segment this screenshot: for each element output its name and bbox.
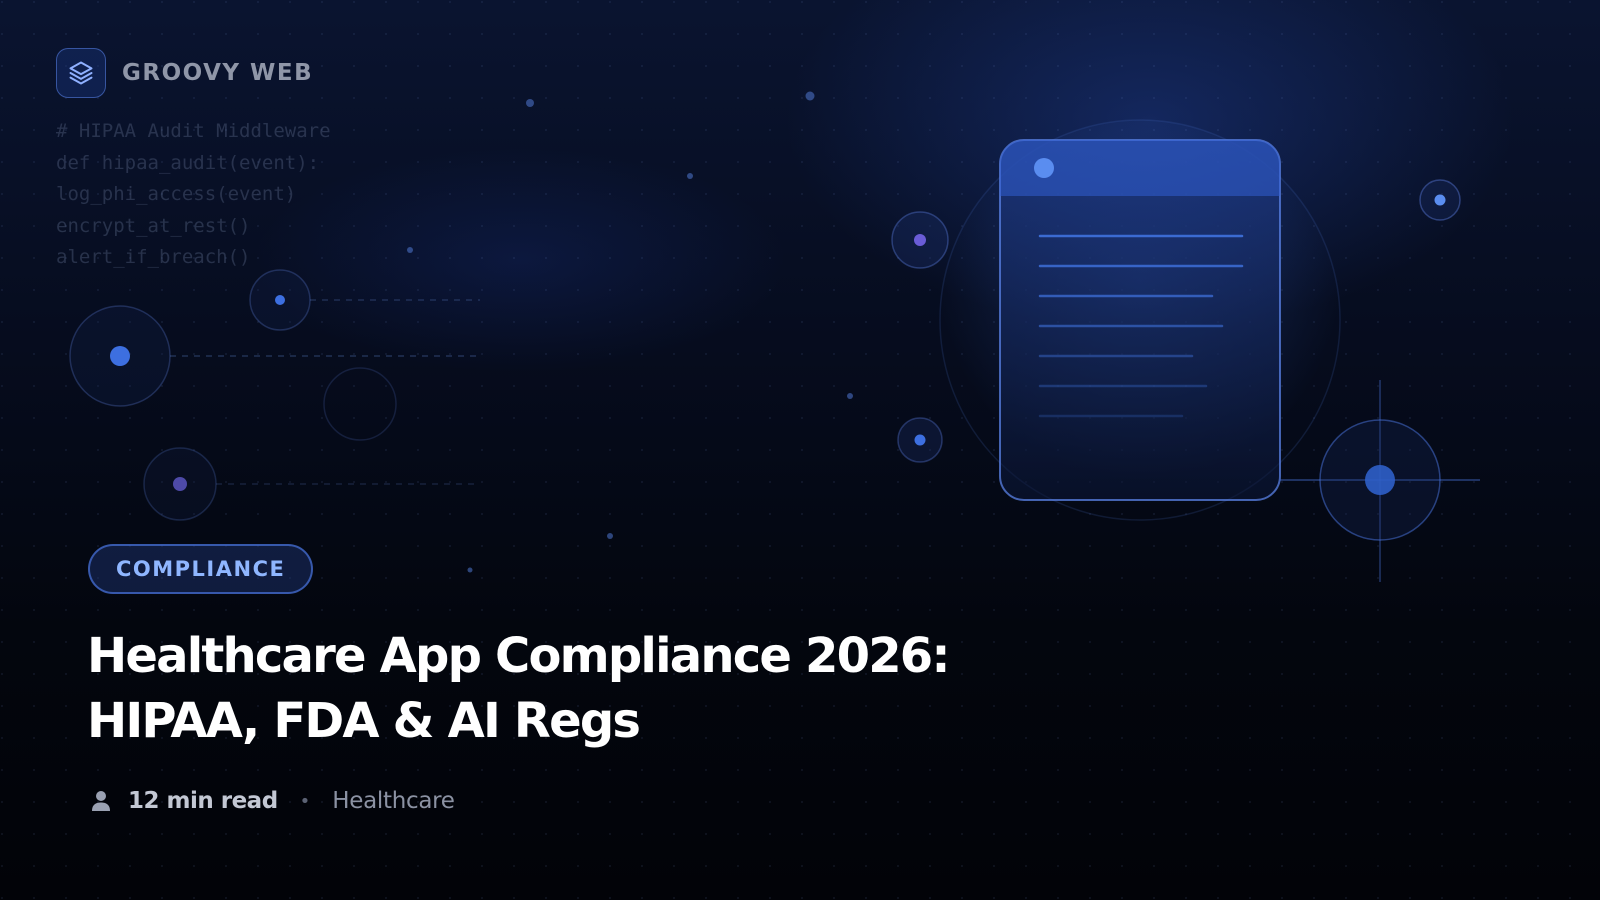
node-dot	[173, 477, 187, 491]
code-line: # HIPAA Audit Middleware	[56, 120, 331, 142]
read-time: 12 min read	[128, 788, 278, 814]
brand-name: GROOVY WEB	[122, 60, 314, 86]
code-line: encrypt_at_rest()	[56, 214, 251, 237]
meta-category[interactable]: Healthcare	[332, 788, 455, 814]
node-dot	[275, 295, 285, 305]
code-snippet: # HIPAA Audit Middleware def hipaa_audit…	[56, 116, 331, 274]
meta-separator: •	[299, 790, 311, 812]
category-badge[interactable]: COMPLIANCE	[88, 544, 314, 594]
title-line-2: HIPAA, FDA & AI Regs	[87, 693, 641, 749]
scatter-dots	[407, 91, 853, 573]
document-icon	[999, 139, 1281, 501]
code-line: alert_if_breach()	[56, 246, 251, 268]
brand-logo[interactable]: GROOVY WEB	[56, 48, 313, 98]
network-nodes-left	[69, 269, 480, 521]
article-title: Healthcare App Compliance 2026: HIPAA, F…	[87, 624, 1087, 754]
layers-icon	[56, 48, 106, 98]
article-meta: 12 min read • Healthcare	[90, 788, 455, 814]
code-line: def hipaa_audit(event):	[56, 151, 320, 174]
person-icon	[92, 791, 110, 811]
code-line: log_phi_access(event)	[56, 183, 297, 205]
node-dot	[110, 346, 130, 366]
node-ring	[323, 367, 397, 441]
hero-banner: GROOVY WEB # HIPAA Audit Middleware def …	[0, 0, 1600, 900]
title-line-1: Healthcare App Compliance 2026:	[87, 628, 951, 684]
